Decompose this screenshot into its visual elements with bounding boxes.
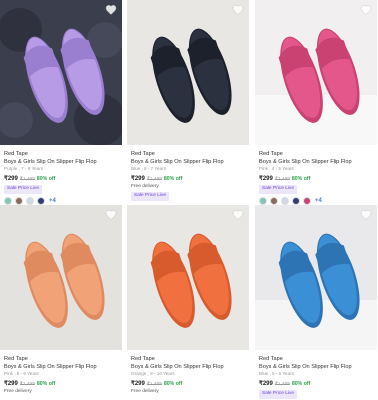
brand-name: Red Tape <box>259 151 283 157</box>
product-card[interactable]: Red Tape Boys & Girls Slip On Slipper Fl… <box>127 0 249 201</box>
price-row: ₹299 ₹1,499 80% off <box>131 380 245 389</box>
delivery-text: Free delivery <box>131 183 159 189</box>
color-swatch[interactable] <box>281 197 289 206</box>
mrp-price: ₹1,499 <box>146 176 162 182</box>
product-title[interactable]: Boys & Girls Slip On Slipper Flip Flop <box>259 363 373 371</box>
price: ₹299 <box>259 175 273 182</box>
mrp-price: ₹1,499 <box>19 381 35 387</box>
sale-badge: Sale Price Live <box>4 184 42 194</box>
brand-name: Red Tape <box>4 356 28 362</box>
price-row: ₹299 ₹1,499 80% off <box>131 175 245 184</box>
product-title[interactable]: Boys & Girls Slip On Slipper Flip Flop <box>259 158 373 166</box>
product-info: Red Tape Boys & Girls Slip On Slipper Fl… <box>255 145 377 206</box>
discount-label: 80% off <box>291 380 311 387</box>
product-info: Red Tape Boys & Girls Slip On Slipper Fl… <box>0 145 122 206</box>
wishlist-heart-icon[interactable] <box>232 4 244 16</box>
color-swatch[interactable] <box>4 197 12 206</box>
product-image-svg <box>255 205 377 350</box>
price: ₹299 <box>259 380 273 387</box>
brand-name: Red Tape <box>131 151 155 157</box>
product-title[interactable]: Boys & Girls Slip On Slipper Flip Flop <box>131 363 245 371</box>
color-swatch[interactable] <box>26 197 34 206</box>
product-card[interactable]: Red Tape Boys & Girls Slip On Slipper Fl… <box>0 205 122 396</box>
brand-name: Red Tape <box>259 356 283 362</box>
product-image-svg <box>255 0 377 145</box>
brand-name: Red Tape <box>131 356 155 362</box>
price-row: ₹299 ₹1,499 80% off <box>259 380 373 389</box>
discount-label: 80% off <box>163 380 183 387</box>
product-grid: Red Tape Boys & Girls Slip On Slipper Fl… <box>0 0 378 400</box>
discount-label: 80% off <box>36 380 56 387</box>
price: ₹299 <box>4 175 18 182</box>
product-image[interactable] <box>255 205 377 350</box>
color-swatch[interactable] <box>15 197 23 206</box>
product-info: Red Tape Boys & Girls Slip On Slipper Fl… <box>127 145 249 201</box>
discount-label: 80% off <box>291 175 311 182</box>
price-row: ₹299 ₹1,499 80% off <box>4 175 118 184</box>
product-image-svg <box>127 0 249 145</box>
variant-text: Orange , 9 - 10 Years <box>131 371 175 377</box>
wishlist-heart-icon[interactable] <box>105 4 117 16</box>
sale-badge: Sale Price Live <box>259 389 297 399</box>
variant-text: Purple , 7 - 8 Years <box>4 166 44 172</box>
product-info: Red Tape Boys & Girls Slip On Slipper Fl… <box>255 350 377 399</box>
delivery-text: Free delivery <box>4 388 32 394</box>
color-swatch[interactable] <box>259 197 267 206</box>
product-info: Red Tape Boys & Girls Slip On Slipper Fl… <box>127 350 249 396</box>
wishlist-heart-icon[interactable] <box>232 209 244 221</box>
discount-label: 80% off <box>163 175 183 182</box>
wishlist-heart-icon[interactable] <box>360 4 372 16</box>
color-swatch[interactable] <box>37 197 45 206</box>
product-card[interactable]: Red Tape Boys & Girls Slip On Slipper Fl… <box>255 205 377 399</box>
product-info: Red Tape Boys & Girls Slip On Slipper Fl… <box>0 350 122 396</box>
product-image-svg <box>127 205 249 350</box>
mrp-price: ₹1,499 <box>274 176 290 182</box>
variant-text: Pink , 5 - 6 Years <box>4 371 39 377</box>
variant-text: Pink , 4 - 5 Years <box>259 166 294 172</box>
price-row: ₹299 ₹1,499 80% off <box>4 380 118 389</box>
color-swatch[interactable] <box>303 197 311 206</box>
product-image[interactable] <box>0 205 122 350</box>
product-image[interactable] <box>255 0 377 145</box>
product-image-svg <box>0 0 122 145</box>
price-row: ₹299 ₹1,499 80% off <box>259 175 373 184</box>
wishlist-heart-icon[interactable] <box>360 209 372 221</box>
variant-text: Blue , 8 - 7 Years <box>131 166 166 172</box>
sale-badge: Sale Price Live <box>259 184 297 194</box>
mrp-price: ₹1,499 <box>274 381 290 387</box>
wishlist-heart-icon[interactable] <box>105 209 117 221</box>
product-title[interactable]: Boys & Girls Slip On Slipper Flip Flop <box>4 363 118 371</box>
sale-badge: Sale Price Live <box>131 191 169 201</box>
product-title[interactable]: Boys & Girls Slip On Slipper Flip Flop <box>4 158 118 166</box>
variant-text: Blue , 5 - 6 Years <box>259 371 294 377</box>
product-card[interactable]: Red Tape Boys & Girls Slip On Slipper Fl… <box>255 0 377 206</box>
product-image-svg <box>0 205 122 350</box>
mrp-price: ₹1,499 <box>146 381 162 387</box>
brand-name: Red Tape <box>4 151 28 157</box>
color-swatch[interactable] <box>292 197 300 206</box>
delivery-text: Free delivery <box>131 388 159 394</box>
product-card[interactable]: Red Tape Boys & Girls Slip On Slipper Fl… <box>127 205 249 396</box>
product-image[interactable] <box>127 0 249 145</box>
color-swatch[interactable] <box>270 197 278 206</box>
price: ₹299 <box>131 380 145 387</box>
price: ₹299 <box>4 380 18 387</box>
product-image[interactable] <box>0 0 122 145</box>
product-image[interactable] <box>127 205 249 350</box>
product-title[interactable]: Boys & Girls Slip On Slipper Flip Flop <box>131 158 245 166</box>
discount-label: 80% off <box>36 175 56 182</box>
price: ₹299 <box>131 175 145 182</box>
mrp-price: ₹1,499 <box>19 176 35 182</box>
product-card[interactable]: Red Tape Boys & Girls Slip On Slipper Fl… <box>0 0 122 206</box>
